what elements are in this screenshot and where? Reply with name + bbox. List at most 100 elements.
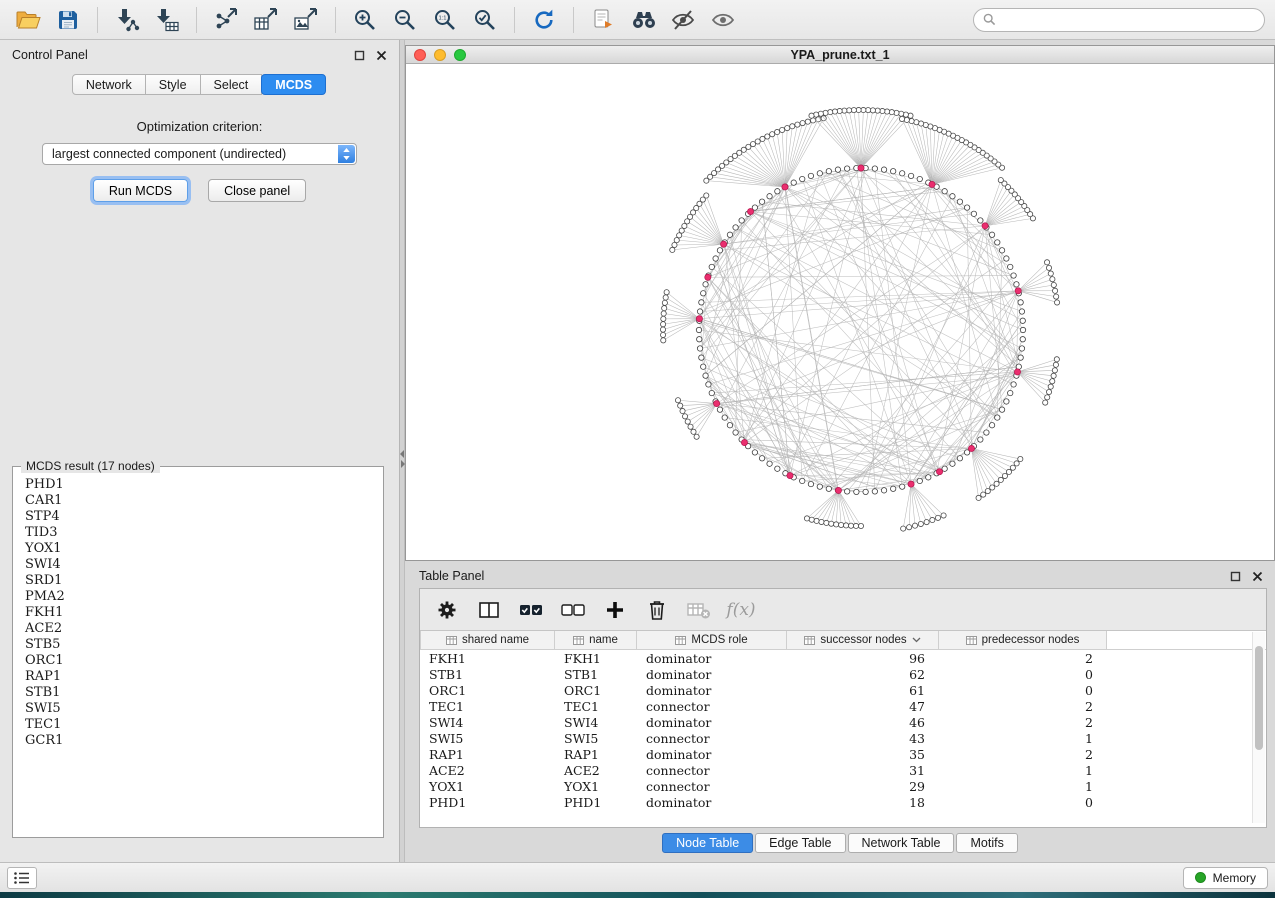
mcds-result-item[interactable]: YOX1 [25, 541, 371, 557]
close-panel-icon[interactable] [375, 49, 387, 61]
table-cell: dominator [637, 747, 787, 762]
open-folder-icon [15, 9, 41, 31]
mcds-result-item[interactable]: SRD1 [25, 573, 371, 589]
tab-network-table[interactable]: Network Table [848, 833, 955, 853]
table-row[interactable]: FKH1FKH1dominator962 [420, 650, 1266, 666]
mcds-result-item[interactable]: CAR1 [25, 493, 371, 509]
optimization-dropdown[interactable]: largest connected component (undirected) [42, 143, 357, 165]
import-network-button[interactable] [109, 5, 145, 35]
task-list-icon [13, 871, 31, 885]
table-cell: dominator [637, 683, 787, 698]
table-row[interactable]: RAP1RAP1dominator352 [420, 746, 1266, 762]
run-mcds-button[interactable]: Run MCDS [93, 179, 188, 202]
show-all-button[interactable] [705, 5, 741, 35]
clone-network-button[interactable] [585, 5, 621, 35]
float-table-panel-icon[interactable] [1229, 570, 1241, 582]
minimize-window-icon[interactable] [434, 49, 446, 61]
table-scrollbar[interactable] [1252, 632, 1265, 823]
show-column-button[interactable] [476, 597, 502, 623]
column-header-successor-nodes[interactable]: successor nodes [787, 631, 939, 649]
table-cell: PHD1 [555, 795, 637, 810]
table-row[interactable]: STB1STB1dominator620 [420, 666, 1266, 682]
close-table-panel-icon[interactable] [1251, 570, 1263, 582]
table-cell: ACE2 [420, 763, 555, 778]
table-row[interactable]: ACE2ACE2connector311 [420, 762, 1266, 778]
table-cell: ACE2 [555, 763, 637, 778]
mcds-result-item[interactable]: SWI4 [25, 557, 371, 573]
zoom-in-icon [353, 8, 377, 32]
mcds-result-item[interactable]: PMA2 [25, 589, 371, 605]
open-session-button[interactable] [10, 5, 46, 35]
add-column-button[interactable] [602, 597, 628, 623]
close-panel-button[interactable]: Close panel [208, 179, 306, 202]
export-image-button[interactable] [288, 5, 324, 35]
close-window-icon[interactable] [414, 49, 426, 61]
table-row[interactable]: PHD1PHD1dominator180 [420, 794, 1266, 810]
table-row[interactable]: SWI4SWI4dominator462 [420, 714, 1266, 730]
zoom-fit-button[interactable]: 1:1 [427, 5, 463, 35]
mcds-result-item[interactable]: RAP1 [25, 669, 371, 685]
zoom-out-button[interactable] [387, 5, 423, 35]
network-canvas[interactable] [406, 64, 1274, 560]
table-cell: 0 [939, 795, 1107, 810]
select-all-rows-button[interactable] [518, 597, 544, 623]
tab-network[interactable]: Network [72, 74, 146, 95]
table-row[interactable]: YOX1YOX1connector291 [420, 778, 1266, 794]
tab-select[interactable]: Select [200, 74, 263, 95]
column-header-name[interactable]: name [555, 631, 637, 649]
table-settings-button[interactable] [434, 597, 460, 623]
control-panel-title: Control Panel [12, 48, 343, 62]
function-builder-button[interactable]: f(x) [728, 597, 754, 623]
search-input[interactable] [1002, 13, 1255, 27]
mcds-result-item[interactable]: GCR1 [25, 733, 371, 749]
tab-node-table[interactable]: Node Table [662, 833, 753, 853]
save-icon [57, 9, 79, 31]
zoom-selected-button[interactable] [467, 5, 503, 35]
delete-column-button[interactable] [644, 597, 670, 623]
table-row[interactable]: ORC1ORC1dominator610 [420, 682, 1266, 698]
column-header-predecessor-nodes[interactable]: predecessor nodes [939, 631, 1107, 649]
mcds-result-item[interactable]: STB1 [25, 685, 371, 701]
main-toolbar: 1:1 [0, 0, 1275, 40]
tab-style[interactable]: Style [145, 74, 201, 95]
deselect-all-icon [561, 602, 585, 618]
export-network-button[interactable] [208, 5, 244, 35]
mcds-result-item[interactable]: TEC1 [25, 717, 371, 733]
table-cell: STB1 [555, 667, 637, 682]
scrollbar-thumb[interactable] [1255, 646, 1263, 750]
table-cell: FKH1 [420, 651, 555, 666]
zoom-in-button[interactable] [347, 5, 383, 35]
hide-selected-button[interactable] [665, 5, 701, 35]
delete-table-button[interactable] [686, 597, 712, 623]
export-table-button[interactable] [248, 5, 284, 35]
table-row[interactable]: TEC1TEC1connector472 [420, 698, 1266, 714]
mcds-result-item[interactable]: FKH1 [25, 605, 371, 621]
table-cell: 0 [939, 683, 1107, 698]
column-header-shared-name[interactable]: shared name [420, 631, 555, 649]
search-network-button[interactable] [625, 5, 661, 35]
mcds-result-item[interactable]: STP4 [25, 509, 371, 525]
deselect-all-rows-button[interactable] [560, 597, 586, 623]
mcds-result-item[interactable]: STB5 [25, 637, 371, 653]
mcds-result-item[interactable]: SWI5 [25, 701, 371, 717]
network-window-titlebar[interactable]: YPA_prune.txt_1 [406, 46, 1274, 64]
table-cell: 2 [939, 747, 1107, 762]
memory-button[interactable]: Memory [1183, 867, 1268, 889]
tab-mcds[interactable]: MCDS [261, 74, 326, 95]
tab-motifs[interactable]: Motifs [956, 833, 1017, 853]
maximize-window-icon[interactable] [454, 49, 466, 61]
mcds-result-item[interactable]: PHD1 [25, 477, 371, 493]
task-history-button[interactable] [7, 867, 37, 889]
column-header-mcds-role[interactable]: MCDS role [637, 631, 787, 649]
refresh-view-button[interactable] [526, 5, 562, 35]
mcds-result-item[interactable]: ACE2 [25, 621, 371, 637]
tab-edge-table[interactable]: Edge Table [755, 833, 845, 853]
right-column: YPA_prune.txt_1 Table Panel [405, 40, 1275, 862]
plus-icon [605, 600, 625, 620]
save-session-button[interactable] [50, 5, 86, 35]
table-row[interactable]: SWI5SWI5connector431 [420, 730, 1266, 746]
mcds-result-item[interactable]: ORC1 [25, 653, 371, 669]
import-table-button[interactable] [149, 5, 185, 35]
float-panel-icon[interactable] [353, 49, 365, 61]
mcds-result-item[interactable]: TID3 [25, 525, 371, 541]
